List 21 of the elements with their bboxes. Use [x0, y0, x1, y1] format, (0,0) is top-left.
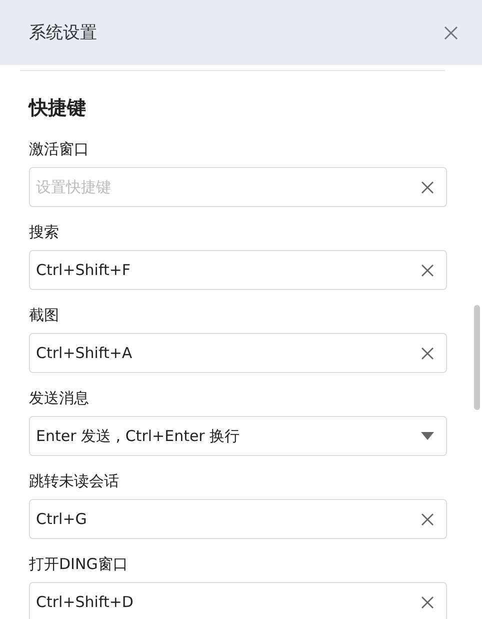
field-label: 截图 [29, 306, 59, 325]
clear-icon[interactable] [421, 180, 434, 194]
close-icon[interactable] [444, 26, 458, 40]
shortcut-field[interactable]: Ctrl+Shift+F [29, 250, 447, 290]
shortcut-field[interactable]: Ctrl+Shift+A [29, 333, 447, 373]
clear-icon[interactable] [421, 596, 434, 608]
field-label: 搜索 [29, 223, 59, 242]
section-heading: 快捷键 [29, 96, 87, 121]
clear-icon[interactable] [421, 264, 434, 276]
field-label: 发送消息 [29, 389, 89, 408]
shortcut-field[interactable]: Ctrl+Shift+D [29, 582, 447, 619]
field-label: 激活窗口 [29, 140, 89, 159]
scrollbar-thumb[interactable] [474, 305, 480, 410]
shortcut-field[interactable]: Ctrl+G [29, 499, 447, 539]
field-label: 跳转未读会话 [29, 472, 119, 491]
field-label: 打开DING窗口 [29, 555, 128, 574]
clear-icon[interactable] [421, 512, 434, 526]
clear-icon[interactable] [421, 346, 434, 360]
dropdown-caret-icon[interactable] [421, 432, 434, 440]
window-title: 系统设置 [29, 22, 97, 44]
dropdown-field[interactable]: Enter 发送 , Ctrl+Enter 换行 [29, 416, 447, 456]
